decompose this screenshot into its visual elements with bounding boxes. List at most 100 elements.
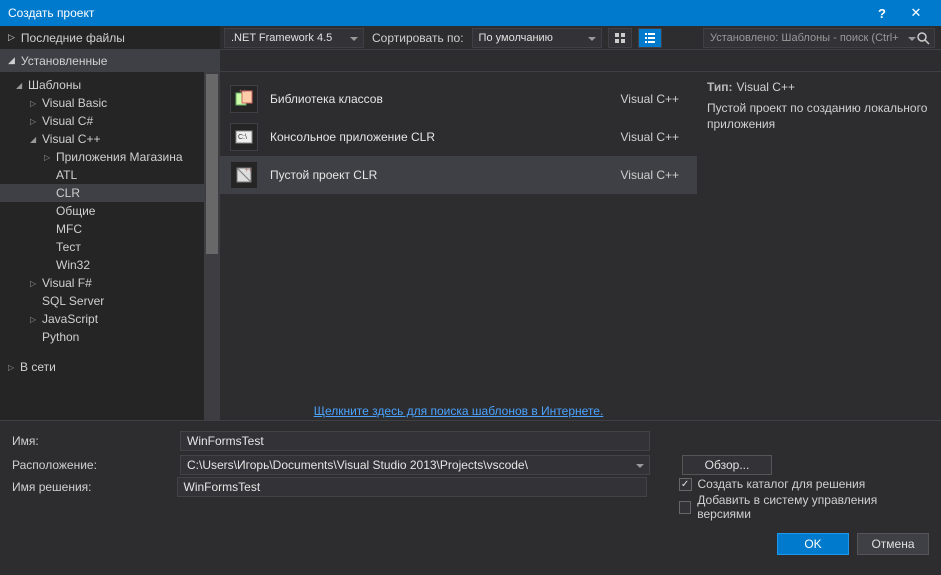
tree-item-python[interactable]: Python [0,328,220,346]
tree-label: CLR [56,186,80,200]
chevron-right-icon: ▷ [30,315,40,324]
nav-online[interactable]: ▷В сети [0,358,220,376]
svg-text:++: ++ [245,168,253,174]
chevron-right-icon: ▷ [30,279,40,288]
tree-templates-label: Шаблоны [28,78,81,92]
tree-item-visual-csharp[interactable]: ▷Visual C# [0,112,220,130]
tree-item-sqlserver[interactable]: SQL Server [0,292,220,310]
toolbar-row-recent: ▷ Последние файлы .NET Framework 4.5 Сор… [0,26,941,50]
chevron-right-icon: ▷ [30,99,40,108]
tree-label: Общие [56,204,95,218]
tree-item-atl[interactable]: ATL [0,166,220,184]
template-item[interactable]: ++ Библиотека классов Visual C++ [220,80,697,118]
tree-scrollbar[interactable] [204,72,220,420]
solution-input[interactable]: WinFormsTest [177,477,647,497]
tree-label: Visual C# [42,114,93,128]
chevron-right-icon: ▷ [30,117,40,126]
help-button[interactable]: ? [865,0,899,26]
dialog-buttons: OK Отмена [0,529,941,563]
tree-label: Visual F# [42,276,92,290]
checkbox-label: Создать каталог для решения [698,477,866,491]
template-lang: Visual C++ [621,92,679,106]
search-area: Установлено: Шаблоны - поиск (Ctrl+ [697,26,941,49]
tree-label: Python [42,330,79,344]
tree-item-visual-basic[interactable]: ▷Visual Basic [0,94,220,112]
titlebar: Создать проект ? ✕ [0,0,941,26]
tree-label: Приложения Магазина [56,150,183,164]
class-library-icon: ++ [230,85,258,113]
nav-recent[interactable]: ▷ Последние файлы [0,26,220,49]
location-input[interactable]: C:\Users\Игорь\Documents\Visual Studio 2… [180,455,650,475]
tree-item-mfc[interactable]: MFC [0,220,220,238]
ok-button[interactable]: OK [777,533,849,555]
search-online-link[interactable]: Щелкните здесь для поиска шаблонов в Инт… [314,404,604,418]
tree-label: Visual C++ [42,132,100,146]
nav-installed-label: Установленные [21,54,107,68]
sort-label: Сортировать по: [370,31,466,45]
details-type-label: Тип: [707,80,733,94]
name-label: Имя: [12,434,172,448]
tree-label: ATL [56,168,77,182]
search-icon [916,31,930,48]
template-item[interactable]: C:\ Консольное приложение CLR Visual C++ [220,118,697,156]
toolbar-row-installed: ◢ Установленные [0,50,941,72]
close-button[interactable]: ✕ [899,0,933,26]
view-list-button[interactable] [638,28,662,48]
tree-item-test[interactable]: Тест [0,238,220,256]
template-name: Библиотека классов [270,92,609,106]
template-name: Консольное приложение CLR [270,130,609,144]
details-type-value: Visual C++ [737,80,795,94]
tree-item-store-apps[interactable]: ▷Приложения Магазина [0,148,220,166]
console-app-icon: C:\ [230,123,258,151]
cancel-button[interactable]: Отмена [857,533,929,555]
tree-label: Тест [56,240,81,254]
name-input[interactable]: WinFormsTest [180,431,650,451]
tree-item-clr[interactable]: CLR [0,184,220,202]
svg-text:++: ++ [239,89,247,95]
nav-installed[interactable]: ◢ Установленные [0,50,220,71]
chevron-down-icon: ◢ [8,55,15,66]
tree-item-general[interactable]: Общие [0,202,220,220]
solution-label: Имя решения: [12,477,169,494]
empty-project-icon: ++ [230,161,258,189]
location-label: Расположение: [12,458,172,472]
tree-label: SQL Server [42,294,104,308]
checkbox-icon [679,501,692,514]
template-lang: Visual C++ [621,168,679,182]
tree-templates[interactable]: ◢Шаблоны [0,76,220,94]
tree-item-win32[interactable]: Win32 [0,256,220,274]
template-name: Пустой проект CLR [270,168,609,182]
window-title: Создать проект [8,6,865,20]
sort-dropdown[interactable]: По умолчанию [472,28,602,48]
checkbox-create-dir[interactable]: ✓ Создать каталог для решения [679,477,929,491]
tree-label: Visual Basic [42,96,107,110]
tree-label: Win32 [56,258,90,272]
toolbar: .NET Framework 4.5 Сортировать по: По ум… [220,26,697,49]
search-input[interactable]: Установлено: Шаблоны - поиск (Ctrl+ [703,28,935,48]
scrollbar-thumb[interactable] [206,74,218,254]
view-tiles-button[interactable] [608,28,632,48]
bottom-form: Имя: WinFormsTest Расположение: C:\Users… [0,420,941,529]
tree-label: JavaScript [42,312,98,326]
chevron-down-icon [908,37,916,45]
chevron-right-icon: ▷ [44,153,54,162]
template-tree: ◢Шаблоны ▷Visual Basic ▷Visual C# ◢Visua… [0,72,220,420]
framework-value: .NET Framework 4.5 [231,32,332,44]
chevron-down-icon: ◢ [16,81,26,90]
framework-dropdown[interactable]: .NET Framework 4.5 [224,28,364,48]
main-area: ◢Шаблоны ▷Visual Basic ▷Visual C# ◢Visua… [0,72,941,420]
details-description: Пустой проект по созданию локального при… [707,100,931,132]
tree-item-visual-fsharp[interactable]: ▷Visual F# [0,274,220,292]
template-list: ++ Библиотека классов Visual C++ C:\ Кон… [220,72,697,420]
search-placeholder: Установлено: Шаблоны - поиск (Ctrl+ [710,32,899,44]
checkbox-add-scm[interactable]: Добавить в систему управления версиями [679,493,929,521]
chevron-right-icon: ▷ [8,363,18,372]
template-item[interactable]: ++ Пустой проект CLR Visual C++ [220,156,697,194]
tree-item-visual-cpp[interactable]: ◢Visual C++ [0,130,220,148]
tree-scroll: ◢Шаблоны ▷Visual Basic ▷Visual C# ◢Visua… [0,72,220,420]
sort-value: По умолчанию [479,32,553,44]
tree-item-javascript[interactable]: ▷JavaScript [0,310,220,328]
browse-button[interactable]: Обзор... [682,455,772,475]
checkbox-icon: ✓ [679,478,692,491]
chevron-right-icon: ▷ [8,32,15,43]
